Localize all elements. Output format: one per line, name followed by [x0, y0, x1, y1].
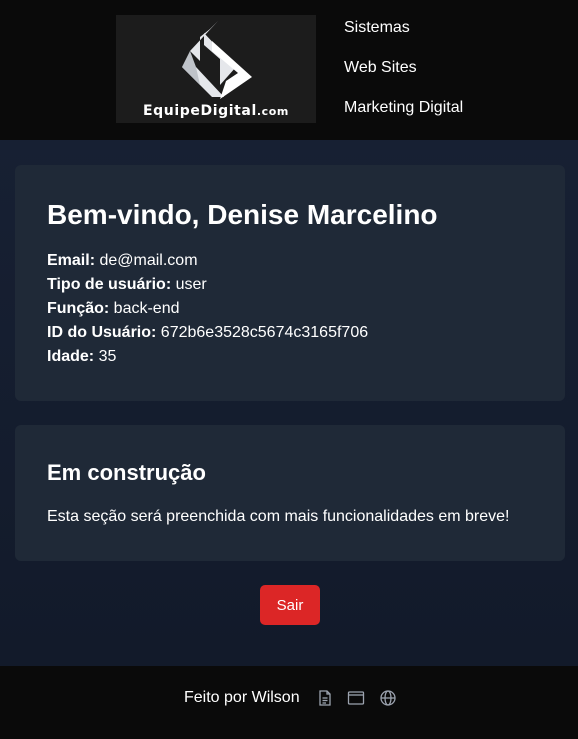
email-label: Email: — [47, 252, 96, 269]
profile-card: Bem-vindo, Denise Marcelino Email: de@ma… — [15, 165, 565, 401]
role-row: Função: back-end — [47, 299, 180, 319]
construction-card: Em construção Esta seção será preenchida… — [15, 425, 565, 561]
user-type-row: Tipo de usuário: user — [47, 275, 207, 295]
construction-heading: Em construção — [47, 460, 206, 485]
role-label: Função: — [47, 300, 110, 317]
user-id-row: ID do Usuário: 672b6e3528c5674c3165f706 — [47, 323, 368, 343]
role-value: back-end — [113, 300, 180, 317]
user-id-value: 672b6e3528c5674c3165f706 — [160, 324, 369, 341]
document-icon[interactable] — [316, 689, 334, 707]
browser-window-icon[interactable] — [347, 689, 365, 707]
nav-link-marketing-digital[interactable]: Marketing Digital — [344, 98, 463, 118]
construction-text: Esta seção será preenchida com mais func… — [47, 508, 510, 525]
logo[interactable]: EquipeDigital.com — [116, 15, 316, 123]
user-type-label: Tipo de usuário: — [47, 276, 172, 293]
site-footer: Feito por Wilson — [0, 666, 578, 739]
age-row: Idade: 35 — [47, 347, 116, 367]
site-header: EquipeDigital.com Sistemas Web Sites Mar… — [0, 0, 578, 140]
user-type-value: user — [175, 276, 207, 293]
email-value: de@mail.com — [99, 252, 198, 269]
nav-link-web-sites[interactable]: Web Sites — [344, 58, 417, 78]
globe-icon[interactable] — [379, 689, 397, 707]
welcome-heading: Bem-vindo, Denise Marcelino — [47, 199, 438, 230]
main-content: Bem-vindo, Denise Marcelino Email: de@ma… — [0, 140, 578, 666]
logout-button[interactable]: Sair — [260, 585, 320, 625]
nav-link-sistemas[interactable]: Sistemas — [344, 18, 410, 38]
footer-credit: Feito por Wilson — [184, 689, 300, 706]
logo-text: EquipeDigital.com — [143, 103, 289, 119]
age-label: Idade: — [47, 348, 95, 365]
age-value: 35 — [98, 348, 117, 365]
user-id-label: ID do Usuário: — [47, 324, 157, 341]
email-row: Email: de@mail.com — [47, 251, 198, 271]
